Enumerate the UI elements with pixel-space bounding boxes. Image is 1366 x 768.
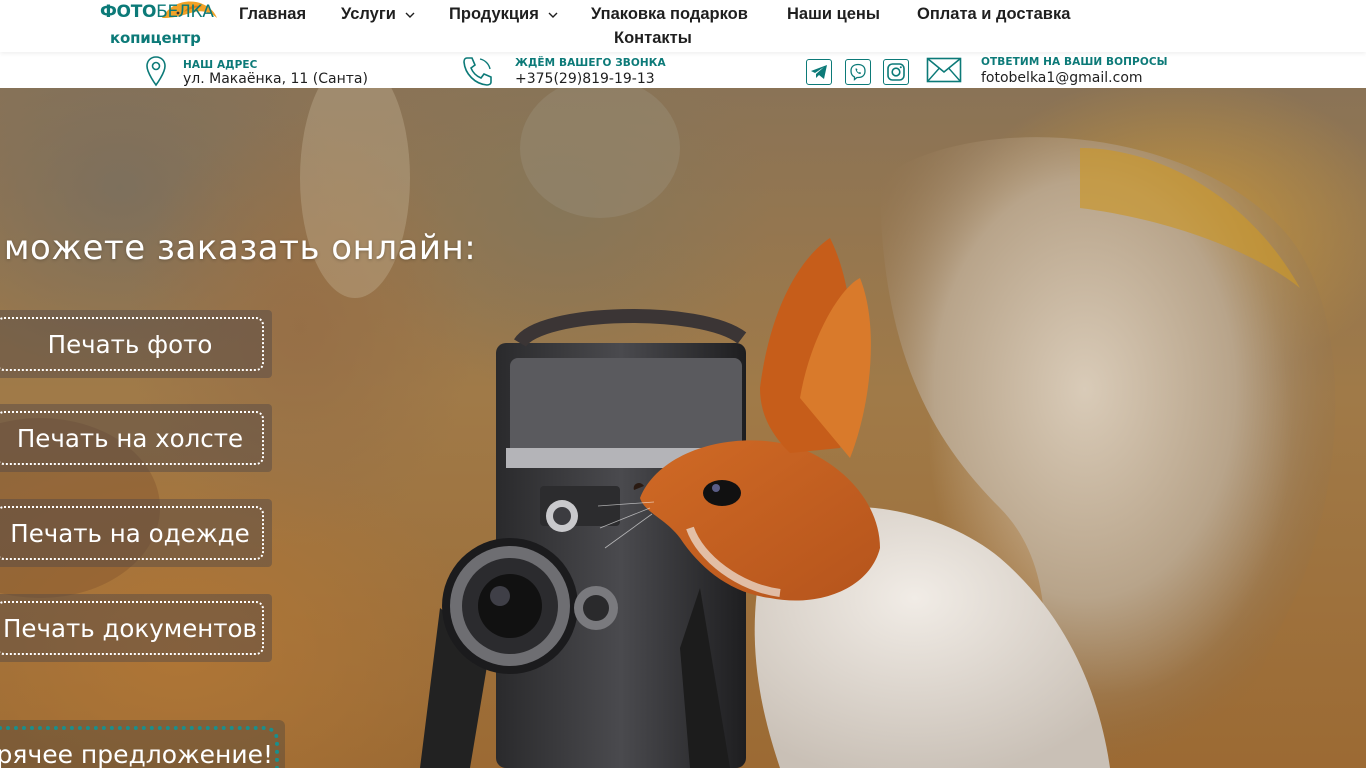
logo-text-top: ФОТОБЕЛКА — [100, 2, 214, 22]
hero-title: и можете заказать онлайн: — [0, 228, 477, 268]
nav-contacts-label: Контакты — [614, 29, 692, 47]
logo-foto-text: ФОТО — [100, 2, 157, 22]
phone-value[interactable]: +375(29)819-19-13 — [515, 71, 655, 87]
nav-services-label: Услуги — [341, 5, 396, 23]
nav-prices[interactable]: Наши цены — [787, 4, 880, 24]
nav-gift-wrapping[interactable]: Упаковка подарков — [591, 4, 748, 24]
print-clothing-button[interactable]: Печать на одежде — [0, 499, 272, 567]
logo-text-bottom: копицентр — [110, 29, 201, 47]
nav-services[interactable]: Услуги — [341, 4, 416, 24]
phone-icon — [463, 57, 492, 86]
print-canvas-label: Печать на холсте — [16, 423, 244, 453]
print-clothing-label: Печать на одежде — [10, 518, 250, 548]
chevron-down-icon — [405, 12, 415, 18]
logo-belka-text: БЕЛКА — [156, 2, 214, 22]
telegram-icon[interactable] — [806, 59, 832, 85]
nav-products-label: Продукция — [449, 5, 539, 23]
contact-bar: НАШ АДРЕС ул. Макаёнка, 11 (Санта) ЖДЁМ … — [0, 52, 1366, 88]
nav-products[interactable]: Продукция — [449, 4, 559, 24]
email-label: ОТВЕТИМ НА ВАШИ ВОПРОСЫ — [981, 56, 1168, 68]
map-pin-icon — [146, 56, 166, 87]
mail-icon[interactable] — [926, 57, 962, 83]
nav-prices-label: Наши цены — [787, 5, 880, 23]
print-photo-button[interactable]: Печать фото — [0, 310, 272, 378]
nav-contacts[interactable]: Контакты — [614, 28, 692, 48]
viber-icon[interactable] — [845, 59, 871, 85]
hero-banner: и можете заказать онлайн: Печать фото Пе… — [0, 88, 1366, 768]
phone-label: ЖДЁМ ВАШЕГО ЗВОНКА — [515, 57, 666, 69]
print-documents-button[interactable]: Печать документов — [0, 594, 272, 662]
chevron-down-icon — [548, 12, 558, 18]
nav-payment-delivery[interactable]: Оплата и доставка — [917, 4, 1070, 24]
hot-offer-label: Горячее предложение! — [0, 740, 273, 768]
site-logo[interactable]: ФОТОБЕЛКА копицентр — [100, 0, 220, 50]
email-value[interactable]: fotobelka1@gmail.com — [981, 70, 1143, 86]
hot-offer-button[interactable]: Горячее предложение! — [0, 720, 285, 768]
print-photo-label: Печать фото — [47, 329, 213, 359]
print-canvas-button[interactable]: Печать на холсте — [0, 404, 272, 472]
nav-home-label: Главная — [239, 5, 307, 23]
instagram-icon[interactable] — [883, 59, 909, 85]
address-value: ул. Макаёнка, 11 (Санта) — [183, 71, 368, 87]
nav-home[interactable]: Главная — [239, 4, 306, 24]
address-label: НАШ АДРЕС — [183, 59, 258, 71]
top-navigation: ФОТОБЕЛКА копицентр Главная Услуги Проду… — [0, 0, 1366, 52]
nav-gift-wrapping-label: Упаковка подарков — [591, 5, 748, 23]
nav-payment-delivery-label: Оплата и доставка — [917, 5, 1071, 23]
print-documents-label: Печать документов — [3, 613, 257, 643]
